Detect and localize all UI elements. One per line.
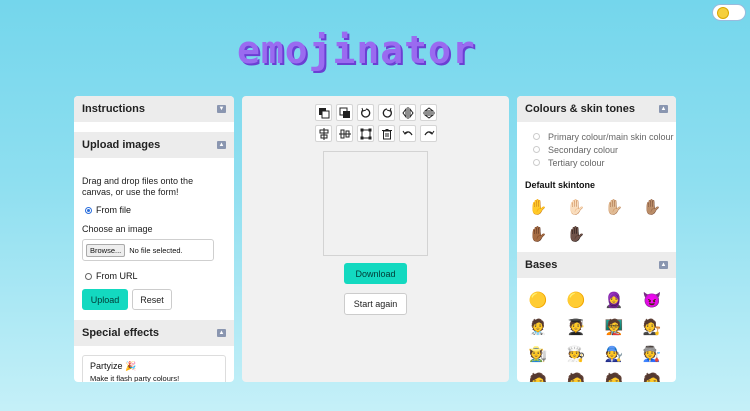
hand-emoji-dark[interactable]: ✋🏿 bbox=[557, 220, 595, 247]
base-emoji[interactable]: 🧕 bbox=[595, 286, 633, 313]
chevron-up-icon[interactable]: ▲ bbox=[217, 141, 226, 149]
bases-grid: 🟡 🟡 🧕 😈 🧑‍⚕️ 🧑‍🎓 🧑‍🏫 🧑‍⚖️ 🧑‍🌾 🧑‍🍳 🧑‍🔧 🧑‍… bbox=[517, 278, 676, 383]
theme-toggle[interactable] bbox=[713, 5, 745, 20]
effect-card-partyize[interactable]: Partyize 🎉 Make it flash party colours! bbox=[82, 355, 226, 382]
hand-emoji-medium[interactable]: ✋🏽 bbox=[633, 193, 671, 220]
effects-title: Special effects bbox=[82, 327, 160, 339]
hand-emoji-light[interactable]: ✋🏻 bbox=[557, 193, 595, 220]
from-url-radio[interactable] bbox=[85, 272, 92, 280]
chevron-up-icon[interactable]: ▲ bbox=[659, 261, 668, 269]
base-emoji[interactable]: 🧑 bbox=[633, 367, 671, 383]
from-url-label: From URL bbox=[96, 271, 138, 281]
rotate-left-icon[interactable] bbox=[357, 104, 374, 121]
from-file-label: From file bbox=[96, 205, 132, 215]
redo-icon[interactable] bbox=[420, 125, 437, 142]
from-file-radio[interactable] bbox=[85, 206, 92, 214]
app-logo: emojinator bbox=[237, 28, 476, 72]
send-backward-icon[interactable] bbox=[336, 104, 353, 121]
base-emoji[interactable]: 🟡 bbox=[519, 286, 557, 313]
effects-header[interactable]: Special effects ▲ bbox=[74, 320, 234, 346]
chevron-up-icon[interactable]: ▲ bbox=[217, 329, 226, 337]
effect-name: Partyize 🎉 bbox=[90, 361, 137, 371]
chevron-down-icon[interactable]: ▼ bbox=[217, 105, 226, 113]
base-emoji[interactable]: 🧑‍🌾 bbox=[519, 340, 557, 367]
primary-colour-label: Primary colour/main skin colour bbox=[548, 131, 674, 142]
bases-header[interactable]: Bases ▲ bbox=[517, 252, 676, 278]
left-panel: Instructions ▼ Upload images ▲ Drag and … bbox=[74, 96, 234, 382]
flip-horizontal-icon[interactable] bbox=[399, 104, 416, 121]
no-file-text: No file selected. bbox=[129, 245, 183, 255]
base-emoji[interactable]: 🧑 bbox=[557, 367, 595, 383]
upload-title: Upload images bbox=[82, 139, 161, 151]
effect-description: Make it flash party colours! bbox=[90, 374, 180, 382]
flip-vertical-icon[interactable] bbox=[420, 104, 437, 121]
editor-panel: Download Start again bbox=[242, 96, 509, 382]
emoji-canvas[interactable] bbox=[323, 151, 428, 256]
colours-header[interactable]: Colours & skin tones ▲ bbox=[517, 96, 676, 122]
base-emoji[interactable]: 🧑 bbox=[519, 367, 557, 383]
base-emoji[interactable]: 🧑‍🎓 bbox=[557, 313, 595, 340]
choose-image-label: Choose an image bbox=[82, 224, 153, 234]
primary-colour-radio[interactable] bbox=[533, 133, 540, 140]
align-horizontal-icon[interactable] bbox=[315, 125, 332, 142]
reset-button[interactable]: Reset bbox=[132, 289, 172, 310]
resize-icon[interactable] bbox=[357, 125, 374, 142]
browse-button[interactable]: Browse... bbox=[86, 243, 126, 257]
undo-icon[interactable] bbox=[399, 125, 416, 142]
base-emoji[interactable]: 😈 bbox=[633, 286, 671, 313]
tertiary-colour-radio[interactable] bbox=[533, 159, 540, 166]
hand-emoji-medium-dark[interactable]: ✋🏾 bbox=[519, 220, 557, 247]
sun-icon bbox=[718, 8, 728, 18]
upload-header[interactable]: Upload images ▲ bbox=[74, 132, 234, 158]
toolbar bbox=[315, 104, 437, 142]
hand-emoji-medium-light[interactable]: ✋🏼 bbox=[595, 193, 633, 220]
secondary-colour-label: Secondary colour bbox=[548, 144, 619, 155]
base-emoji[interactable]: 🧑‍⚖️ bbox=[633, 313, 671, 340]
base-emoji[interactable]: 🧑‍🍳 bbox=[557, 340, 595, 367]
chevron-up-icon[interactable]: ▲ bbox=[659, 105, 668, 113]
upload-button[interactable]: Upload bbox=[82, 289, 128, 310]
start-again-button[interactable]: Start again bbox=[344, 293, 407, 315]
right-panel: Colours & skin tones ▲ Primary colour/ma… bbox=[517, 96, 676, 382]
file-input[interactable]: Browse... No file selected. bbox=[82, 239, 214, 261]
base-emoji[interactable]: 🧑‍🏭 bbox=[633, 340, 671, 367]
hand-emoji[interactable]: ✋ bbox=[519, 193, 557, 220]
align-vertical-icon[interactable] bbox=[336, 125, 353, 142]
base-emoji[interactable]: 🧑‍⚕️ bbox=[519, 313, 557, 340]
tertiary-colour-label: Tertiary colour bbox=[548, 157, 605, 168]
upload-description: Drag and drop files onto the canvas, or … bbox=[82, 176, 194, 197]
delete-icon[interactable] bbox=[378, 125, 395, 142]
secondary-colour-radio[interactable] bbox=[533, 146, 540, 153]
instructions-title: Instructions bbox=[82, 103, 145, 115]
bring-forward-icon[interactable] bbox=[315, 104, 332, 121]
download-button[interactable]: Download bbox=[344, 263, 407, 284]
base-emoji[interactable]: 🧑 bbox=[595, 367, 633, 383]
base-emoji[interactable]: 🧑‍🔧 bbox=[595, 340, 633, 367]
rotate-right-icon[interactable] bbox=[378, 104, 395, 121]
default-skintone-title: Default skintone bbox=[525, 180, 596, 190]
colours-title: Colours & skin tones bbox=[525, 103, 636, 115]
instructions-header[interactable]: Instructions ▼ bbox=[74, 96, 234, 122]
skintone-grid: ✋ ✋🏻 ✋🏼 ✋🏽 ✋🏾 ✋🏿 bbox=[517, 193, 676, 247]
base-emoji[interactable]: 🟡 bbox=[557, 286, 595, 313]
base-emoji[interactable]: 🧑‍🏫 bbox=[595, 313, 633, 340]
bases-title: Bases bbox=[525, 259, 558, 271]
